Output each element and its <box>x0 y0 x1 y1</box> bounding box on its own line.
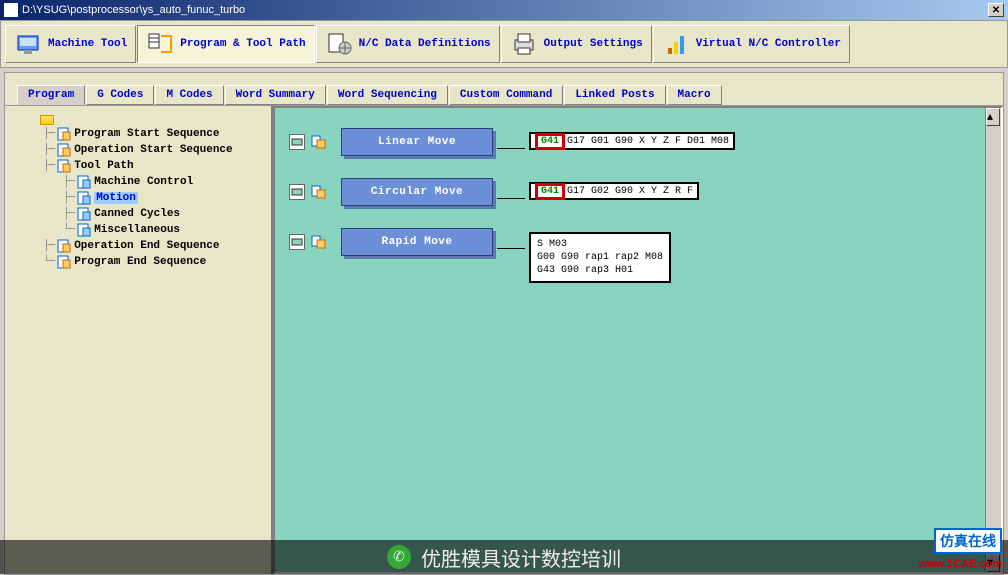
add-block-icon[interactable] <box>311 184 327 200</box>
g41-tag: G41 <box>535 133 565 150</box>
site-badge: 仿真在线 <box>934 528 1002 554</box>
tree-item-tool-path[interactable]: ├─ Tool Path <box>9 158 267 174</box>
virtual-nc-icon <box>662 30 690 58</box>
main-toolbar: Machine Tool Program & Tool Path N/C Dat… <box>0 20 1008 68</box>
tree-item-canned-cycles[interactable]: ├─ Canned Cycles <box>9 206 267 222</box>
code-line: S M03 <box>537 238 567 251</box>
scrollbar-up-button[interactable]: ▴ <box>986 108 1000 126</box>
toolbar-program-tool-path[interactable]: Program & Tool Path <box>137 25 314 63</box>
page-icon <box>77 175 91 189</box>
linear-move-block[interactable]: Linear Move <box>341 128 493 156</box>
page-icon <box>77 223 91 237</box>
page-icon <box>57 239 71 253</box>
app-icon <box>4 3 18 17</box>
toolbar-label: N/C Data Definitions <box>359 38 491 50</box>
tree-item-operation-start[interactable]: ├─ Operation Start Sequence <box>9 142 267 158</box>
add-block-icon[interactable] <box>311 134 327 150</box>
page-icon <box>77 207 91 221</box>
rapid-move-code[interactable]: S M03 G00 G90 rap1 rap2 M08 G43 G90 rap3… <box>529 232 671 283</box>
toolbar-label: Output Settings <box>544 38 643 50</box>
tree-item-program-end[interactable]: └─ Program End Sequence <box>9 254 267 270</box>
machine-tool-icon <box>14 30 42 58</box>
tab-macro[interactable]: Macro <box>667 85 722 105</box>
tree-label: Tool Path <box>74 160 133 172</box>
page-icon <box>57 159 71 173</box>
toolbar-nc-data[interactable]: N/C Data Definitions <box>316 25 500 63</box>
block-icon[interactable] <box>289 134 305 150</box>
page-icon <box>57 127 71 141</box>
canvas-panel: Linear Move G41 G17 G01 G90 X Y Z F D01 … <box>273 106 1003 574</box>
tab-g-codes[interactable]: G Codes <box>86 85 154 105</box>
tab-word-sequencing[interactable]: Word Sequencing <box>327 85 448 105</box>
toolbar-output-settings[interactable]: Output Settings <box>501 25 652 63</box>
block-icon[interactable] <box>289 184 305 200</box>
tab-custom-command[interactable]: Custom Command <box>449 85 563 105</box>
tree-item-operation-end[interactable]: ├─ Operation End Sequence <box>9 238 267 254</box>
output-settings-icon <box>510 30 538 58</box>
code-text: G17 G01 G90 X Y Z F D01 M08 <box>567 136 729 147</box>
watermark-bar: ✆ 优胜模具设计数控培训 <box>0 540 1008 574</box>
move-row-linear: Linear Move G41 G17 G01 G90 X Y Z F D01 … <box>289 128 987 156</box>
tree-label: Operation End Sequence <box>74 240 219 252</box>
tree-label: Motion <box>94 192 138 204</box>
watermark-text: 优胜模具设计数控培训 <box>421 543 621 572</box>
page-icon <box>57 255 71 269</box>
page-icon <box>57 143 71 157</box>
code-text: G17 G02 G90 X Y Z R F <box>567 186 693 197</box>
move-row-rapid: Rapid Move S M03 G00 G90 rap1 rap2 M08 G… <box>289 228 987 283</box>
toolbar-label: Program & Tool Path <box>180 38 305 50</box>
wechat-icon: ✆ <box>387 545 411 569</box>
tree-panel: ├─ Program Start Sequence ├─ Operation S… <box>5 106 273 574</box>
tree-item-motion[interactable]: ├─ Motion <box>9 190 267 206</box>
tree-label: Operation Start Sequence <box>74 144 232 156</box>
window-titlebar: D:\YSUG\postprocessor\ys_auto_funuc_turb… <box>0 0 1008 20</box>
toolbar-label: Machine Tool <box>48 38 127 50</box>
tab-linked-posts[interactable]: Linked Posts <box>564 85 665 105</box>
close-button[interactable]: ✕ <box>988 3 1004 17</box>
program-path-icon <box>146 30 174 58</box>
program-tree: ├─ Program Start Sequence ├─ Operation S… <box>9 114 267 270</box>
tree-label: Miscellaneous <box>94 224 180 236</box>
toolbar-machine-tool[interactable]: Machine Tool <box>5 25 136 63</box>
block-icon[interactable] <box>289 234 305 250</box>
toolbar-virtual-nc[interactable]: Virtual N/C Controller <box>653 25 850 63</box>
sub-tabs: Program G Codes M Codes Word Summary Wor… <box>4 72 1004 105</box>
tree-label: Program End Sequence <box>74 256 206 268</box>
titlebar-path: D:\YSUG\postprocessor\ys_auto_funuc_turb… <box>22 4 988 16</box>
rapid-move-block[interactable]: Rapid Move <box>341 228 493 256</box>
tree-label: Machine Control <box>94 176 193 188</box>
site-url: www.1CAE.com <box>919 558 1002 570</box>
tree-item-miscellaneous[interactable]: └─ Miscellaneous <box>9 222 267 238</box>
tree-root[interactable] <box>9 114 267 126</box>
tab-word-summary[interactable]: Word Summary <box>225 85 326 105</box>
code-line: G00 G90 rap1 rap2 M08 <box>537 251 663 264</box>
folder-icon <box>40 115 54 125</box>
tree-item-machine-control[interactable]: ├─ Machine Control <box>9 174 267 190</box>
circular-move-code[interactable]: G41 G17 G02 G90 X Y Z R F <box>529 182 699 200</box>
tree-label: Program Start Sequence <box>74 128 219 140</box>
linear-move-code[interactable]: G41 G17 G01 G90 X Y Z F D01 M08 <box>529 132 735 150</box>
page-icon <box>77 191 91 205</box>
add-block-icon[interactable] <box>311 234 327 250</box>
code-line: G43 G90 rap3 H01 <box>537 264 633 277</box>
nc-data-icon <box>325 30 353 58</box>
tab-program[interactable]: Program <box>17 85 85 105</box>
vertical-scrollbar[interactable]: ▴ ▾ <box>985 108 1001 572</box>
tree-label: Canned Cycles <box>94 208 180 220</box>
tree-item-program-start[interactable]: ├─ Program Start Sequence <box>9 126 267 142</box>
tab-m-codes[interactable]: M Codes <box>155 85 223 105</box>
toolbar-label: Virtual N/C Controller <box>696 38 841 50</box>
move-row-circular: Circular Move G41 G17 G02 G90 X Y Z R F <box>289 178 987 206</box>
workspace: ├─ Program Start Sequence ├─ Operation S… <box>4 105 1004 575</box>
g41-tag: G41 <box>535 183 565 200</box>
circular-move-block[interactable]: Circular Move <box>341 178 493 206</box>
